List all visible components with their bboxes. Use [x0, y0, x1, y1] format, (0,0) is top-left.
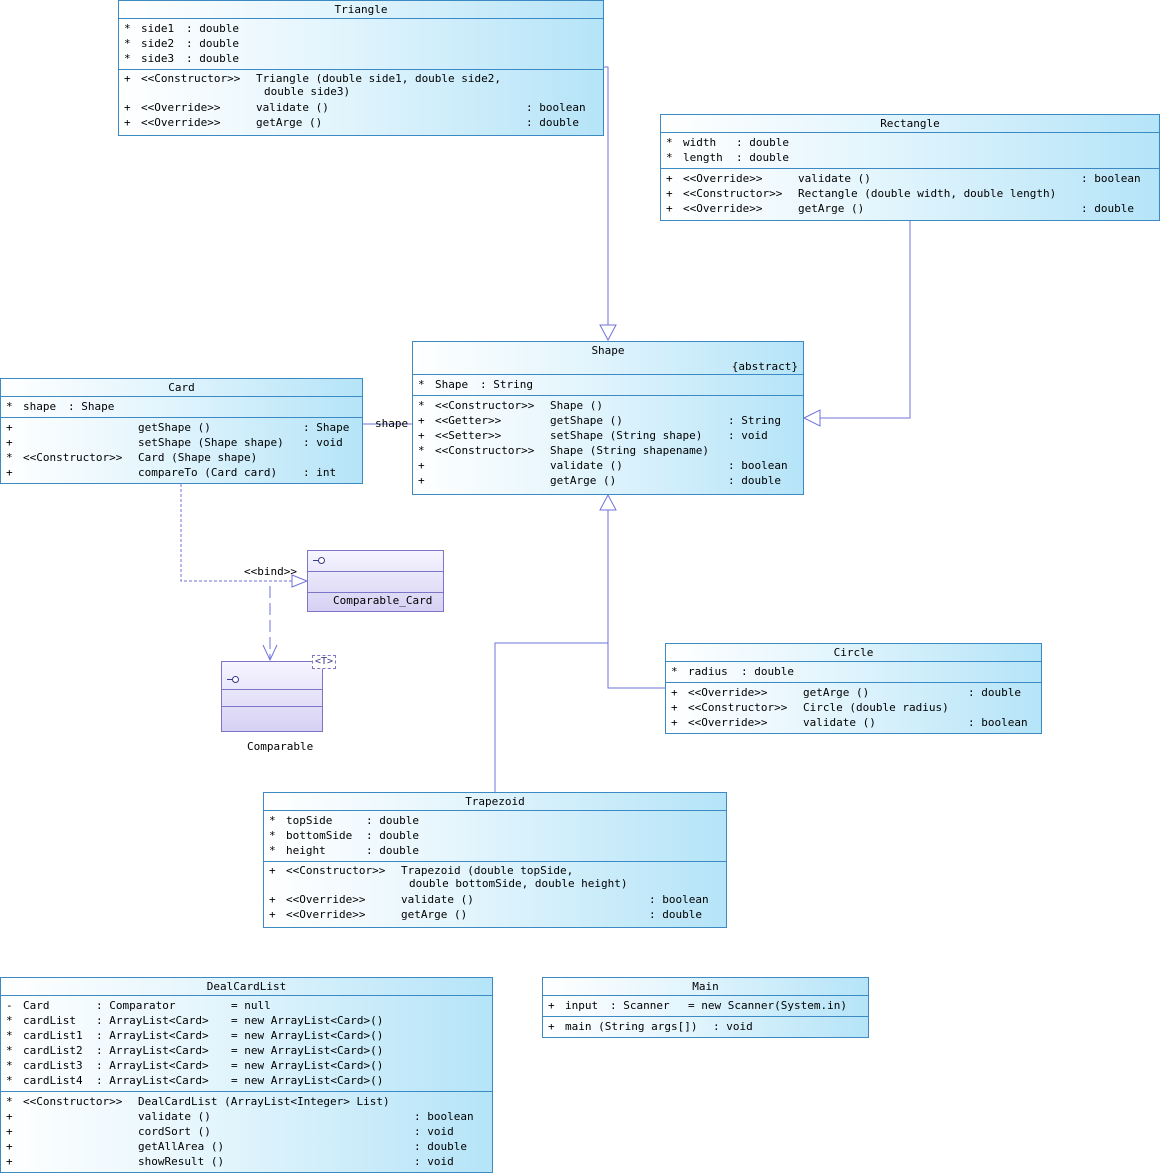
attribute-compartment: * Shape: String: [413, 375, 803, 395]
attribute-compartment: - Card: Comparator = null * cardList: Array…: [1, 996, 492, 1091]
class-name: Rectangle: [661, 115, 1159, 133]
circle-generalization-line: [607, 510, 665, 689]
operation-compartment: + <<Constructor>> Triangle (double side1, …: [119, 69, 603, 133]
class-dealcardlist[interactable]: DealCardList - Card: Comparator = null * ca…: [0, 977, 493, 1173]
operation-row: + <<Override>> getArge (): double: [269, 908, 702, 921]
operation-row: + <<Getter>> getShape (): String: [418, 414, 781, 427]
operation-row: + <<Constructor>> Rectangle (double width,…: [666, 187, 1057, 200]
class-name: Shape: [591, 344, 625, 357]
association-role-label: shape: [375, 417, 409, 430]
operation-row: + <<Override>> validate (): boolean: [269, 893, 709, 906]
class-name: Circle: [666, 644, 1041, 662]
operation-row: + getArge (): double: [418, 474, 781, 487]
operation-compartment: * <<Constructor>> DealCardList (ArrayList<…: [1, 1091, 492, 1172]
class-name: Triangle: [119, 1, 603, 19]
class-triangle[interactable]: Triangle * side1: double * side2: double *…: [118, 0, 604, 136]
class-name: DealCardList: [1, 978, 492, 996]
interface-name: Comparable_Card: [333, 594, 433, 607]
interface-header: Comparable: [222, 662, 322, 753]
operation-compartment: + getShape (): Shape + setShape (Shape sha…: [1, 417, 362, 483]
attribute-row: + input: Scanner = new Scanner(System.in): [548, 999, 847, 1012]
class-circle[interactable]: Circle * radius: double + <<Override>> getA…: [665, 643, 1042, 734]
attribute-row: * side3: double: [124, 52, 239, 65]
attribute-row: * height: double: [269, 844, 419, 857]
operation-compartment: + main (String args[]): void: [543, 1016, 868, 1037]
operation-row: * <<Constructor>> Card (Shape shape): [6, 451, 258, 464]
operation-row: + setShape (Shape shape): void: [6, 436, 343, 449]
operation-compartment: + <<Constructor>> Trapezoid (double topSid…: [264, 861, 726, 925]
operation-row: + getShape (): Shape: [6, 421, 350, 434]
attribute-row: - Card: Comparator = null: [6, 999, 271, 1012]
operation-row: + <<Override>> validate (): boolean: [124, 101, 586, 114]
operation-row: + cordSort (): void: [6, 1125, 454, 1138]
interface-comparable[interactable]: Comparable: [221, 661, 323, 753]
class-main[interactable]: Main + input: Scanner = new Scanner(System…: [542, 977, 869, 1038]
interface-lollipop-icon: [227, 676, 239, 683]
class-header: Shape {abstract}: [413, 342, 803, 375]
triangle-generalization-line: [604, 66, 609, 325]
operation-row: + validate (): boolean: [6, 1110, 474, 1123]
operation-row: + <<Constructor>> Triangle (double side1, …: [124, 72, 502, 98]
class-card[interactable]: Card * shape: Shape + getShape (): Shape +…: [0, 378, 363, 484]
attribute-compartment: * width: double * length: double: [661, 133, 1159, 168]
operation-compartment: + <<Override>> getArge (): double + <<Const…: [666, 682, 1041, 733]
attribute-row: * radius: double: [671, 665, 794, 678]
trapezoid-generalization-line: [494, 642, 608, 792]
attribute-row: * cardList3: ArrayList<Card> = new ArrayLi…: [6, 1059, 384, 1072]
attribute-row: * topSide: double: [269, 814, 419, 827]
operation-row: + main (String args[]): void: [548, 1020, 753, 1033]
attribute-compartment: * topSide: double * bottomSide: double * he…: [264, 811, 726, 861]
operation-row: * <<Constructor>> Shape (String shapename): [418, 444, 709, 457]
operation-row: + <<Constructor>> Trapezoid (double topSid…: [269, 864, 628, 890]
rectangle-generalization-arrowhead: [802, 409, 821, 427]
operation-row: + <<Constructor>> Circle (double radius): [671, 701, 949, 714]
attribute-row: * cardList: ArrayList<Card> = new ArrayLis…: [6, 1014, 384, 1027]
attribute-compartment: * side1: double * side2: double * side3: do…: [119, 19, 603, 69]
rectangle-generalization-line: [820, 221, 911, 419]
attribute-compartment: + input: Scanner = new Scanner(System.in): [543, 996, 868, 1016]
class-shape[interactable]: Shape {abstract} * Shape: String * <<Const…: [412, 341, 804, 495]
class-name: Card: [1, 379, 362, 397]
attribute-row: * cardList1: ArrayList<Card> = new ArrayLi…: [6, 1029, 384, 1042]
class-rectangle[interactable]: Rectangle * width: double * length: double…: [660, 114, 1160, 221]
attribute-row: * Shape: String: [418, 378, 533, 391]
attribute-row: * width: double: [666, 136, 789, 149]
attribute-compartment: * shape: Shape: [1, 397, 362, 417]
interface-name: Comparable: [247, 740, 314, 753]
attribute-row: * cardList4: ArrayList<Card> = new ArrayLi…: [6, 1074, 384, 1087]
operation-row: + compareTo (Card card): int: [6, 466, 337, 479]
operation-row: + <<Override>> getArge (): double: [124, 116, 579, 129]
operation-row: + <<Override>> validate (): boolean: [666, 172, 1141, 185]
attribute-row: * side1: double: [124, 22, 239, 35]
attribute-row: * length: double: [666, 151, 789, 164]
attribute-row: * cardList2: ArrayList<Card> = new ArrayLi…: [6, 1044, 384, 1057]
interface-lollipop-icon: [313, 557, 325, 564]
operation-compartment: * <<Constructor>> Shape () + <<Getter>> getS…: [413, 395, 803, 491]
operation-compartment: + <<Override>> validate (): boolean + <<Con…: [661, 168, 1159, 219]
operation-row: + getAllArea (): double: [6, 1140, 467, 1153]
attribute-row: * shape: Shape: [6, 400, 115, 413]
operation-row: * <<Constructor>> Shape (): [418, 399, 603, 412]
operation-row: + <<Override>> validate (): boolean: [671, 716, 1028, 729]
abstract-stereotype: {abstract}: [731, 360, 798, 373]
shape-bottom-generalization-arrowhead: [599, 493, 617, 511]
operation-row: + <<Setter>> setShape (String shape): void: [418, 429, 768, 442]
operation-row: * <<Constructor>> DealCardList (ArrayList<…: [6, 1095, 390, 1108]
type-parameter-badge: <T>: [312, 655, 337, 669]
bind-stereotype-label: <<bind>>: [244, 565, 297, 578]
interface-comparable-card[interactable]: Comparable_Card: [307, 550, 444, 612]
operation-row: + <<Override>> getArge (): double: [666, 202, 1134, 215]
attribute-row: * side2: double: [124, 37, 239, 50]
interface-header: Comparable_Card: [308, 551, 443, 607]
triangle-generalization-arrowhead: [599, 324, 617, 342]
operation-row: + showResult (): void: [6, 1155, 454, 1168]
class-name: Trapezoid: [264, 793, 726, 811]
attribute-row: * bottomSide: double: [269, 829, 419, 842]
class-name: Main: [543, 978, 868, 996]
operation-row: + <<Override>> getArge (): double: [671, 686, 1021, 699]
attribute-compartment: * radius: double: [666, 662, 1041, 682]
class-trapezoid[interactable]: Trapezoid * topSide: double * bottomSide: …: [263, 792, 727, 928]
operation-row: + validate (): boolean: [418, 459, 788, 472]
